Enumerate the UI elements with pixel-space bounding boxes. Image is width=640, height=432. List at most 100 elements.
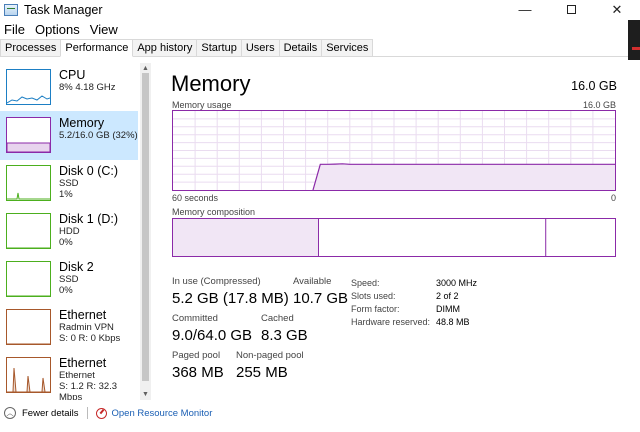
sidebar-item-label: CPU xyxy=(59,68,86,82)
cached-label: Cached xyxy=(261,313,294,324)
scroll-down-icon[interactable]: ▼ xyxy=(142,391,149,398)
sidebar-item-detail: SSD xyxy=(59,178,79,189)
sidebar-scrollbar[interactable]: ▲ ▼ xyxy=(140,63,151,400)
tab-startup[interactable]: Startup xyxy=(196,39,242,56)
scroll-up-icon[interactable]: ▲ xyxy=(142,65,149,72)
paged-pool-label: Paged pool xyxy=(172,350,221,361)
available-label: Available xyxy=(293,276,332,287)
sidebar-item-detail: S: 0 R: 0 Kbps xyxy=(59,333,121,344)
detail-value: 2 of 2 xyxy=(436,291,459,301)
memory-composition-bar xyxy=(172,218,616,257)
sidebar-item-label: Disk 0 (C:) xyxy=(59,164,119,178)
fewer-details-label: Fewer details xyxy=(22,407,79,419)
stat-available: Available 10.7 GB xyxy=(293,276,348,308)
memory-details-table: Speed: 3000 MHz Slots used: 2 of 2 Form fa… xyxy=(351,277,477,329)
maximize-icon xyxy=(566,5,576,14)
detail-value: 48.8 MB xyxy=(436,317,470,327)
menu-view[interactable]: View xyxy=(86,22,122,37)
available-value: 10.7 GB xyxy=(293,290,349,307)
menu-bar: File Options View xyxy=(0,20,124,38)
sidebar-item-label: Disk 2 xyxy=(59,260,94,274)
memory-usage-graph xyxy=(172,110,616,191)
detail-key: Slots used: xyxy=(351,291,396,301)
window-title: Task Manager xyxy=(24,2,103,17)
time-axis-right: 0 xyxy=(610,193,616,203)
nonpaged-pool-label: Non-paged pool xyxy=(236,350,304,361)
memory-panel: Memory 16.0 GB Memory usage 16.0 GB 60 s… xyxy=(160,63,628,400)
sidebar-thumbnail-graph xyxy=(6,213,51,249)
task-manager-icon xyxy=(4,3,18,16)
composition-in-use[interactable] xyxy=(173,219,319,256)
sidebar-item-disk-1[interactable]: Disk 1 (D:) HDD 0% xyxy=(0,207,138,256)
menu-file[interactable]: File xyxy=(0,22,29,37)
detail-value: DIMM xyxy=(436,304,460,314)
memory-composition-label: Memory composition xyxy=(172,207,256,217)
paged-pool-value: 368 MB xyxy=(172,364,224,381)
sidebar-item-text: Ethernet Radmin VPN S: 0 R: 0 Kbps xyxy=(59,308,120,344)
detail-value: 3000 MHz xyxy=(436,278,478,288)
tab-services[interactable]: Services xyxy=(321,39,374,56)
sidebar-item-text: Disk 2 SSD 0% xyxy=(59,260,94,296)
detail-key: Form factor: xyxy=(351,304,400,314)
sidebar-item-ethernet-main[interactable]: Ethernet Ethernet S: 1.2 R: 32.3 Mbps xyxy=(0,351,138,400)
sidebar-thumbnail-graph xyxy=(6,357,51,393)
minimize-button[interactable]: — xyxy=(502,0,548,19)
stat-in-use: In use (Compressed) 5.2 GB (17.8 MB) xyxy=(172,276,289,308)
stat-nonpaged-pool: Non-paged pool 255 MB xyxy=(236,350,304,382)
sidebar-item-detail: 0% xyxy=(59,285,73,296)
tab-performance[interactable]: Performance xyxy=(60,39,134,57)
tab-details[interactable]: Details xyxy=(278,39,323,56)
stat-cached: Cached 8.3 GB xyxy=(261,313,308,345)
total-memory: 16.0 GB xyxy=(571,79,617,93)
committed-value: 9.0/64.0 GB xyxy=(172,327,253,344)
open-resource-monitor-link[interactable]: Open Resource Monitor xyxy=(112,408,213,419)
sidebar-item-disk-2[interactable]: Disk 2 SSD 0% xyxy=(0,255,138,304)
tab-processes[interactable]: Processes xyxy=(0,39,62,56)
detail-key: Speed: xyxy=(351,278,380,288)
tab-strip: Processes Performance App history Startu… xyxy=(0,39,628,57)
tab-app-history[interactable]: App history xyxy=(132,39,198,56)
sidebar-item-detail: 1% xyxy=(59,189,73,200)
scrollbar-thumb[interactable] xyxy=(142,73,149,381)
tab-users[interactable]: Users xyxy=(240,39,280,56)
sidebar-thumbnail-graph xyxy=(6,165,51,201)
stat-committed: Committed 9.0/64.0 GB xyxy=(172,313,252,345)
detail-row: Speed: 3000 MHz xyxy=(351,277,477,290)
composition-free[interactable] xyxy=(545,219,615,256)
sidebar-item-disk-0[interactable]: Disk 0 (C:) SSD 1% xyxy=(0,159,138,208)
sidebar-item-text: CPU 8% 4.18 GHz xyxy=(59,68,116,93)
sidebar-item-cpu[interactable]: CPU 8% 4.18 GHz xyxy=(0,63,138,112)
maximize-button[interactable] xyxy=(548,0,594,19)
sidebar-thumbnail-graph xyxy=(6,309,51,345)
minimize-icon: — xyxy=(518,2,532,17)
sidebar-item-detail: Radmin VPN xyxy=(59,322,114,333)
chevron-up-icon: ︿ xyxy=(4,407,16,419)
sidebar-item-detail: HDD xyxy=(59,226,80,237)
close-icon: ✕ xyxy=(611,1,623,17)
sidebar-item-text: Disk 1 (D:) HDD 0% xyxy=(59,212,118,248)
usage-area xyxy=(312,163,615,190)
sidebar-item-memory[interactable]: Memory 5.2/16.0 GB (32%) xyxy=(0,111,138,160)
memory-usage-label: Memory usage xyxy=(172,100,232,110)
background-accent xyxy=(632,47,640,50)
usage-graph-svg xyxy=(173,111,615,191)
composition-standby[interactable] xyxy=(318,219,546,256)
sidebar-item-label: Ethernet xyxy=(59,356,107,370)
sidebar-item-text: Ethernet Ethernet S: 1.2 R: 32.3 Mbps xyxy=(59,356,138,400)
sidebar-item-label: Memory xyxy=(59,116,105,130)
sidebar-item-text: Disk 0 (C:) SSD 1% xyxy=(59,164,118,200)
sidebar-thumbnail-graph xyxy=(6,69,51,105)
detail-row: Form factor: DIMM xyxy=(351,303,477,316)
sidebar-item-label: Disk 1 (D:) xyxy=(59,212,119,226)
sidebar-thumbnail-graph xyxy=(6,117,51,153)
close-button[interactable]: ✕ xyxy=(594,0,640,19)
fewer-details-button[interactable]: ︿ Fewer details xyxy=(4,407,79,419)
menu-options[interactable]: Options xyxy=(31,22,84,37)
in-use-value: 5.2 GB (17.8 MB) xyxy=(172,290,289,307)
sidebar-item-detail: SSD xyxy=(59,274,79,285)
in-use-label: In use (Compressed) xyxy=(172,276,261,287)
detail-key: Hardware reserved: xyxy=(351,317,431,327)
sidebar-thumbnail-graph xyxy=(6,261,51,297)
sidebar-item-ethernet-radmin[interactable]: Ethernet Radmin VPN S: 0 R: 0 Kbps xyxy=(0,303,138,352)
page-title: Memory xyxy=(171,71,251,96)
